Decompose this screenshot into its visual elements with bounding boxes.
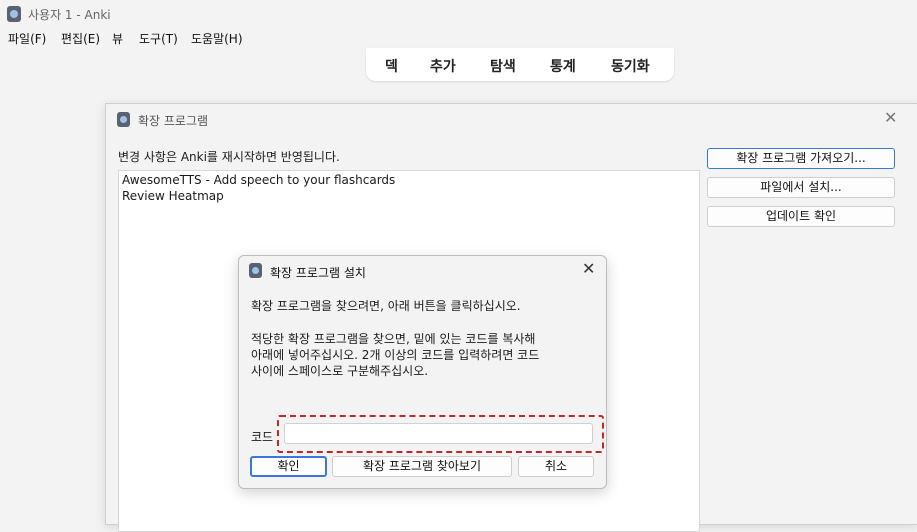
install-from-file-button[interactable]: 파일에서 설치... — [707, 177, 895, 198]
toolbar-browse[interactable]: 탐색 — [490, 56, 516, 76]
ok-button[interactable]: 확인 — [250, 456, 327, 477]
addons-window-title: 확장 프로그램 — [138, 114, 209, 128]
instruction-text: 사이에 스페이스로 구분해주십시오. — [251, 364, 429, 378]
check-updates-button[interactable]: 업데이트 확인 — [707, 206, 895, 227]
cancel-button[interactable]: 취소 — [518, 456, 594, 477]
menu-file[interactable]: 파일(F) — [8, 30, 46, 47]
anki-app-icon — [7, 6, 21, 22]
main-toolbar: 덱 추가 탐색 통계 동기화 — [366, 48, 674, 81]
anki-app-icon — [117, 112, 130, 127]
get-addons-button[interactable]: 확장 프로그램 가져오기... — [707, 148, 895, 169]
instruction-text: 아래에 넣어주십시오. 2개 이상의 코드를 입력하려면 코드 — [251, 348, 540, 362]
menu-edit[interactable]: 편집(E) — [61, 30, 100, 47]
instruction-text: 적당한 확장 프로그램을 찾으면, 밑에 있는 코드를 복사해 — [251, 332, 536, 346]
menu-tools[interactable]: 도구(T) — [139, 30, 178, 47]
install-addon-dialog: 확장 프로그램 설치 ✕ 확장 프로그램을 찾으려면, 아래 버튼을 클릭하십시… — [238, 255, 607, 489]
anki-app-icon — [249, 263, 262, 278]
close-icon[interactable]: ✕ — [582, 261, 595, 277]
list-item[interactable]: Review Heatmap — [122, 189, 224, 203]
window-title: 사용자 1 - Anki — [28, 8, 111, 22]
list-item[interactable]: AwesomeTTS - Add speech to your flashcar… — [122, 173, 395, 187]
toolbar-add[interactable]: 추가 — [430, 56, 456, 76]
browse-addons-button[interactable]: 확장 프로그램 찾아보기 — [332, 456, 512, 477]
code-input[interactable] — [284, 423, 593, 444]
title-bar: 사용자 1 - Anki — [0, 0, 917, 28]
menu-help[interactable]: 도움말(H) — [191, 30, 243, 47]
toolbar-sync[interactable]: 동기화 — [611, 56, 650, 76]
code-label: 코드 — [251, 430, 274, 444]
close-icon[interactable]: ✕ — [884, 110, 897, 126]
toolbar-stats[interactable]: 통계 — [550, 56, 576, 76]
menu-view[interactable]: 뷰 — [112, 30, 123, 47]
instruction-text: 확장 프로그램을 찾으려면, 아래 버튼을 클릭하십시오. — [251, 299, 521, 313]
install-dialog-title: 확장 프로그램 설치 — [270, 266, 366, 280]
restart-note: 변경 사항은 Anki를 재시작하면 반영됩니다. — [118, 150, 340, 164]
toolbar-decks[interactable]: 덱 — [385, 56, 398, 76]
